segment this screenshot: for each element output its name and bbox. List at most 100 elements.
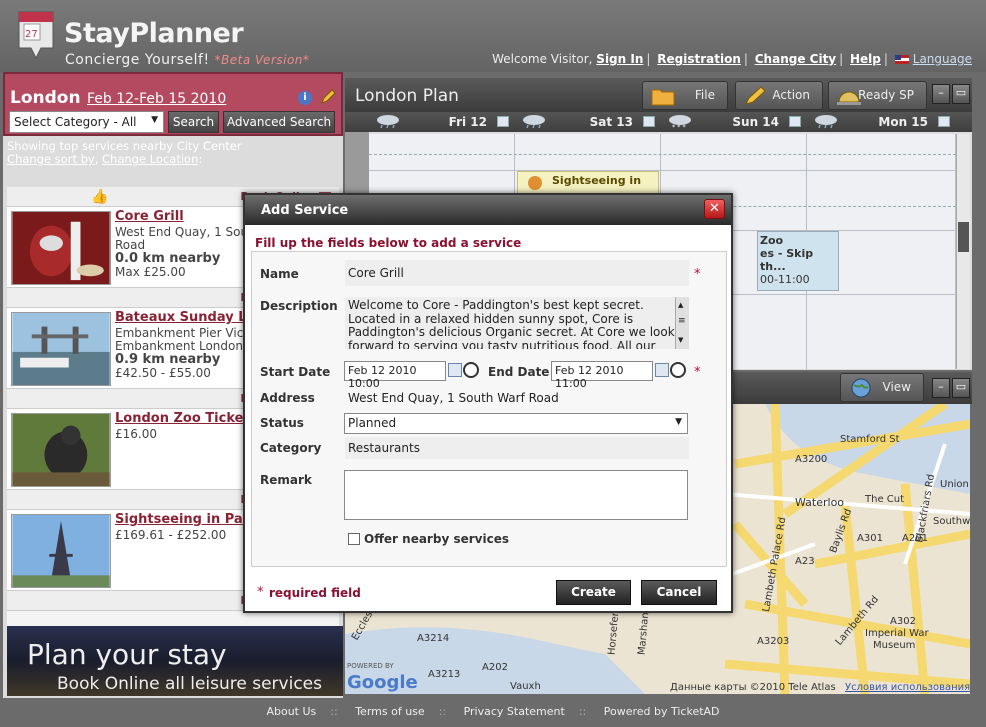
calendar-pin-logo-icon: 27	[18, 11, 54, 60]
plan-scrollbar[interactable]	[956, 134, 970, 369]
map-label: A301	[857, 533, 883, 544]
snow-cloud-icon: * * *	[669, 115, 691, 129]
view-button[interactable]: View	[840, 373, 924, 402]
item-distance: 0.9 km nearby	[115, 352, 221, 367]
help-link[interactable]: Help	[850, 52, 881, 66]
arrow-down-icon: ▼	[678, 335, 684, 344]
maximize-button[interactable]: ▭	[952, 378, 970, 398]
svg-text:27: 27	[25, 29, 38, 40]
info-icon[interactable]: i	[298, 91, 312, 105]
rain-cloud-icon	[523, 115, 545, 129]
minimize-button[interactable]: –	[932, 84, 950, 104]
language-link[interactable]: Language	[913, 52, 972, 66]
map-label: Waterloo	[795, 496, 844, 509]
calendar-icon[interactable]	[655, 363, 669, 377]
item-price: £42.50 - £55.00	[115, 366, 211, 380]
bateaux-thumbnail	[11, 312, 111, 386]
required-asterisk: *	[257, 585, 264, 600]
plan-title: London Plan	[355, 86, 459, 106]
map-label: Southw	[933, 516, 970, 527]
app-title: StayPlanner	[64, 18, 244, 49]
item-name[interactable]: London Zoo Tickets	[115, 411, 257, 426]
calendar-icon[interactable]	[448, 363, 462, 377]
start-date-input[interactable]: Feb 12 2010 10:00	[344, 361, 446, 390]
calendar-icon[interactable]	[938, 116, 950, 127]
event-label-2: es - Skip th...	[760, 247, 814, 273]
svg-text:* * *: * * *	[672, 124, 686, 129]
remark-textarea[interactable]	[344, 470, 688, 520]
end-date-label: End Date	[488, 365, 550, 379]
close-button[interactable]: ✕	[704, 199, 725, 219]
advanced-search-button[interactable]: Advanced Search	[223, 111, 335, 133]
calendar-icon[interactable]	[789, 116, 801, 127]
folder-icon	[651, 89, 675, 106]
search-button[interactable]: Search	[168, 111, 219, 133]
event-zoo[interactable]: Zoo es - Skip th... 00-11:00	[757, 231, 839, 291]
minimize-button[interactable]: –	[932, 378, 950, 398]
description-scrollbar[interactable]: ▲ ≡ ▼	[675, 297, 689, 349]
event-label: Zoo	[760, 234, 784, 247]
map-label: A3200	[795, 454, 827, 465]
day-sun: * * * Sun 14	[661, 112, 807, 132]
about-link[interactable]: About Us	[266, 705, 316, 718]
item-name[interactable]: Core Grill	[115, 209, 184, 224]
pencil-icon[interactable]	[320, 89, 336, 105]
trip-dates-link[interactable]: Feb 12-Feb 15 2010	[87, 91, 226, 107]
change-location-link[interactable]: Change Location	[102, 152, 198, 166]
file-button-label: File	[694, 88, 715, 102]
terms-link[interactable]: Terms of use	[355, 705, 424, 718]
day-label: Mon 15	[878, 115, 928, 129]
paris-thumbnail	[11, 514, 111, 588]
item-name[interactable]: Sightseeing in Paris	[115, 512, 261, 527]
calendar-icon[interactable]	[643, 116, 655, 127]
clock-icon[interactable]	[463, 362, 479, 378]
item-distance: 0.0 km nearby	[115, 251, 221, 266]
status-label: Status	[260, 416, 304, 430]
pencil-icon	[745, 86, 766, 105]
scroll-thumb[interactable]	[958, 222, 969, 252]
maximize-button[interactable]: ▭	[952, 84, 970, 104]
change-sort-link[interactable]: Change sort by	[7, 152, 95, 166]
create-button[interactable]: Create	[556, 580, 631, 605]
change-city-link[interactable]: Change City	[755, 52, 836, 66]
calendar-icon[interactable]	[497, 116, 509, 127]
promo-banner[interactable]: Plan your stay Book Online all leisure s…	[7, 626, 343, 696]
welcome-text: Welcome Visitor,	[492, 52, 593, 66]
status-select[interactable]: Planned ▼	[344, 413, 688, 434]
map-label: A302	[890, 616, 916, 627]
item-price: Max £25.00	[115, 265, 186, 279]
sign-in-link[interactable]: Sign In	[596, 52, 643, 66]
item-price: £16.00	[115, 427, 157, 441]
cancel-button[interactable]: Cancel	[641, 580, 717, 605]
dialog-title: Add Service	[261, 203, 349, 218]
map-label: Union	[940, 479, 969, 490]
category-select-value: Select Category - All	[14, 115, 137, 129]
offer-nearby-checkbox[interactable]	[348, 533, 360, 545]
end-date-input[interactable]: Feb 12 2010 11:00	[551, 361, 653, 390]
action-button[interactable]: Action	[735, 81, 823, 110]
item-address-2: Embankment London	[115, 339, 243, 353]
ready-sp-button[interactable]: Ready SP	[828, 81, 927, 110]
description-field[interactable]: Welcome to Core - Paddington's best kept…	[345, 297, 689, 349]
top-navigation: Welcome Visitor, Sign In | Registration | …	[492, 52, 972, 66]
registration-link[interactable]: Registration	[657, 52, 741, 66]
category-label: Category	[260, 441, 322, 455]
description-label: Description	[260, 299, 338, 313]
map-terms-link[interactable]: Условия использования	[845, 682, 970, 693]
map-label: Imperial War	[865, 628, 930, 639]
category-select[interactable]: Select Category - All ▼	[9, 111, 164, 133]
beta-label: *Beta Version*	[214, 53, 310, 67]
us-flag-icon	[894, 55, 909, 64]
map-label: A3213	[428, 669, 460, 680]
grid-line	[369, 170, 956, 171]
core-grill-thumbnail	[11, 211, 111, 285]
app-tagline: Concierge Yourself! *Beta Version*	[65, 52, 309, 68]
privacy-link[interactable]: Privacy Statement	[464, 705, 565, 718]
clock-icon[interactable]	[670, 362, 686, 378]
thumbs-up-icon: 👍	[91, 189, 109, 205]
scroll-handle-icon: ≡	[678, 316, 686, 326]
file-button[interactable]: File	[642, 81, 728, 110]
tagline-text: Concierge Yourself!	[65, 52, 210, 68]
day-sat: Sat 13	[515, 112, 661, 132]
event-sightseeing[interactable]: Sightseeing in	[517, 171, 659, 195]
